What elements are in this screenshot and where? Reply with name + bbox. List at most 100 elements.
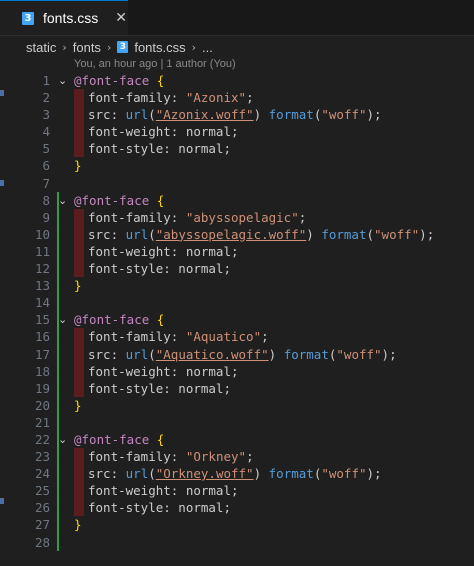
line-content: src: url("Azonix.woff") format("woff"); xyxy=(74,106,382,124)
property: src: xyxy=(88,107,126,123)
code-token: ; xyxy=(298,209,307,225)
code-line[interactable]: 20} xyxy=(0,396,474,414)
code-line[interactable]: 19 font-style: normal; xyxy=(0,379,474,397)
function-name: url xyxy=(125,346,149,362)
added-line-indicator xyxy=(57,208,59,226)
code-line[interactable]: 25 font-weight: normal; xyxy=(0,482,474,500)
chevron-right-icon: › xyxy=(106,40,112,54)
indent-guide xyxy=(74,208,84,226)
chevron-down-icon[interactable]: ⌄ xyxy=(58,431,67,448)
line-content: @font-face { xyxy=(74,311,164,328)
line-number: 16 xyxy=(34,329,50,345)
code-token: ) xyxy=(253,107,269,123)
breadcrumb-item-symbols[interactable]: ... xyxy=(202,40,213,55)
breadcrumb-item-fonts[interactable]: fonts xyxy=(73,40,101,55)
code-line[interactable]: 9 font-family: "abyssopelagic"; xyxy=(0,208,474,226)
tab-fonts-css[interactable]: 3 fonts.css ✕ xyxy=(0,0,128,35)
code-token: ); xyxy=(381,346,397,362)
breadcrumb-item-static[interactable]: static xyxy=(26,40,56,55)
code-line[interactable]: 18 font-weight: normal; xyxy=(0,362,474,380)
code-line[interactable]: 23 font-family: "Orkney"; xyxy=(0,448,474,466)
line-content: @font-face { xyxy=(74,431,164,448)
added-line-indicator xyxy=(57,242,59,261)
code-line[interactable]: 11 font-weight: normal; xyxy=(0,242,474,261)
property: font-weight: normal; xyxy=(88,483,239,499)
added-line-indicator xyxy=(57,260,59,278)
line-number: 24 xyxy=(34,466,50,482)
added-line-indicator xyxy=(57,396,59,414)
chevron-down-icon[interactable]: ⌄ xyxy=(58,72,67,89)
code-token: ); xyxy=(366,466,382,482)
code-line[interactable]: 1 ⌄ @font-face { xyxy=(0,72,474,89)
at-rule: @font-face xyxy=(74,431,150,447)
code-line[interactable]: 8 ⌄ @font-face { xyxy=(0,191,474,209)
line-number: 26 xyxy=(34,500,50,516)
code-line[interactable]: 13} xyxy=(0,277,474,295)
tab-label: fonts.css xyxy=(43,10,99,26)
added-line-indicator xyxy=(57,516,59,534)
string-value: "Aquatico" xyxy=(185,329,262,345)
line-content: font-style: normal; xyxy=(74,260,231,278)
code-line[interactable]: 27} xyxy=(0,516,474,534)
chevron-down-icon[interactable]: ⌄ xyxy=(58,311,67,328)
added-line-indicator xyxy=(57,533,59,551)
code-line[interactable]: 16 font-family: "Aquatico"; xyxy=(0,328,474,346)
code-token: ) xyxy=(268,346,284,362)
at-rule: @font-face xyxy=(74,73,150,88)
line-content: font-weight: normal; xyxy=(74,482,239,500)
code-line[interactable]: 24 src: url("Orkney.woff") format("woff")… xyxy=(0,465,474,483)
indent-guide xyxy=(74,465,84,483)
added-line-indicator xyxy=(57,225,59,243)
code-line[interactable]: 21 xyxy=(0,413,474,431)
line-content: } xyxy=(74,516,82,533)
property: src: xyxy=(88,466,126,482)
code-line[interactable]: 17 src: url("Aquatico.woff") format("woff… xyxy=(0,345,474,363)
code-editor[interactable]: 1 ⌄ @font-face {2 font-family: "Azonix"; 3 sr… xyxy=(0,72,474,551)
git-blame-annotation[interactable]: You, an hour ago | 1 author (You) xyxy=(74,58,236,70)
code-line[interactable]: 5 font-style: normal; xyxy=(0,140,474,158)
code-token: ( xyxy=(148,466,156,482)
close-icon[interactable]: ✕ xyxy=(115,10,127,26)
added-line-indicator xyxy=(57,379,59,397)
line-number: 14 xyxy=(34,295,50,311)
at-rule: @font-face xyxy=(74,312,150,328)
code-line[interactable]: 26 font-style: normal; xyxy=(0,499,474,517)
line-content: font-style: normal; xyxy=(74,499,231,517)
code-line[interactable]: 28 xyxy=(0,533,474,551)
brace: } xyxy=(74,517,82,533)
code-line[interactable]: 14 xyxy=(0,294,474,312)
code-line[interactable]: 22 ⌄ @font-face { xyxy=(0,430,474,449)
function-name: format xyxy=(268,466,314,482)
line-content: } xyxy=(74,277,82,294)
added-line-indicator xyxy=(57,413,59,431)
function-name: url xyxy=(125,107,149,123)
code-line[interactable]: 12 font-style: normal; xyxy=(0,260,474,278)
property: font-family: xyxy=(88,90,186,106)
at-rule: @font-face xyxy=(74,192,150,208)
string-value: "Aquatico.woff" xyxy=(155,346,269,362)
added-line-indicator xyxy=(57,345,59,363)
line-number: 12 xyxy=(34,261,50,277)
code-line[interactable]: 3 src: url("Azonix.woff") format("woff"); xyxy=(0,106,474,124)
string-value: "woff" xyxy=(321,466,367,482)
code-line[interactable]: 6} xyxy=(0,157,474,174)
code-line[interactable]: 7 xyxy=(0,175,474,192)
css-file-icon: 3 xyxy=(22,11,34,25)
line-number: 23 xyxy=(34,449,50,465)
code-line[interactable]: 4 font-weight: normal; xyxy=(0,123,474,141)
brace: } xyxy=(74,158,82,174)
breadcrumb-item-file[interactable]: fonts.css xyxy=(134,40,185,55)
line-content: font-weight: normal; xyxy=(74,123,239,141)
brace: { xyxy=(156,312,165,328)
chevron-down-icon[interactable]: ⌄ xyxy=(58,192,67,209)
string-value: "Orkney.woff" xyxy=(155,466,254,482)
code-line[interactable]: 10 src: url("abyssopelagic.woff") format(… xyxy=(0,225,474,243)
code-line[interactable]: 2 font-family: "Azonix"; xyxy=(0,89,474,107)
line-number: 9 xyxy=(42,209,50,225)
property: font-style: normal; xyxy=(88,380,231,396)
line-content: font-family: "Orkney"; xyxy=(74,448,254,466)
code-line[interactable]: 15 ⌄ @font-face { xyxy=(0,311,474,329)
